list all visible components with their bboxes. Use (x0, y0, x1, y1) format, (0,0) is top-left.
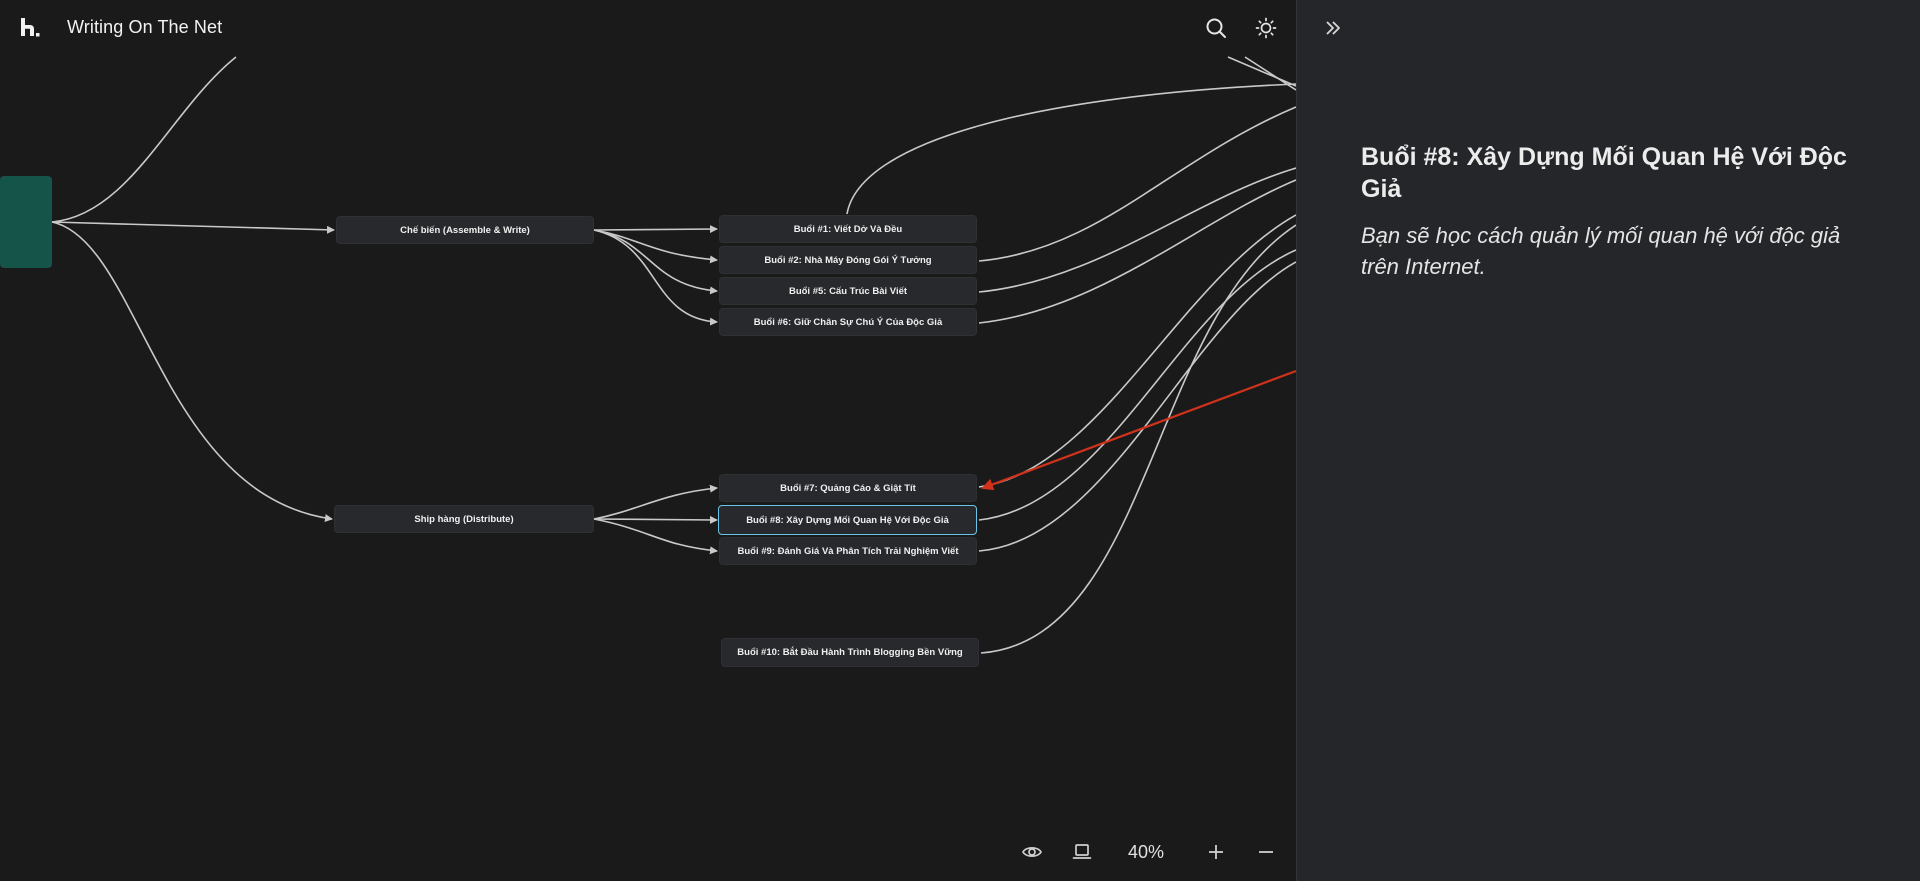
app-title: Writing On The Net (67, 17, 223, 37)
edge-root-distribute (51, 221, 333, 522)
edge-b2-out (978, 106, 1296, 262)
lesson-b1[interactable]: Buổi #1: Viết Dở Và Đều (719, 215, 977, 243)
double-chevron-right-icon (1326, 21, 1340, 35)
edge-assemble-b1 (593, 225, 718, 234)
highlight-arrow (981, 369, 1296, 491)
hackmd-logo-icon[interactable] (18, 15, 42, 39)
mindmap-canvas[interactable]: Writing On The Net Chế biến (Assemble & … (0, 0, 1296, 881)
edge-top-out-1 (1227, 56, 1296, 87)
top-bar: Writing On The Net (0, 0, 1296, 56)
branch-distribute[interactable]: Ship hàng (Distribute) (334, 505, 594, 533)
edge-assemble-b6 (593, 229, 718, 326)
mindmap-edges (51, 56, 1296, 654)
lesson-b8-selected[interactable]: Buổi #8: Xây Dựng Mối Quan Hệ Với Độc Gi… (718, 505, 977, 535)
search-button[interactable] (1200, 12, 1232, 44)
edge-b5-out (978, 167, 1296, 293)
root-node[interactable] (0, 176, 52, 268)
zoom-out-icon (1259, 851, 1273, 853)
edge-distribute-b8 (593, 515, 718, 524)
zoom-in-button[interactable] (1200, 836, 1232, 868)
presentation-icon (1072, 844, 1092, 859)
theme-toggle-button[interactable] (1250, 12, 1282, 44)
lesson-b10[interactable]: Buổi #10: Bắt Đầu Hành Trình Blogging Bề… (721, 638, 979, 667)
lesson-b7[interactable]: Buổi #7: Quảng Cáo & Giật Tít (719, 474, 977, 502)
edge-distribute-b7 (593, 484, 718, 520)
edge-root-assemble (51, 221, 335, 234)
lesson-b9[interactable]: Buổi #9: Đánh Giá Và Phân Tích Trải Nghi… (719, 537, 977, 565)
edge-b7-out (978, 214, 1296, 488)
sun-icon (1255, 17, 1277, 39)
panel-description: Bạn sẽ học cách quản lý mối quan hệ với … (1361, 223, 1841, 279)
preview-button[interactable] (1016, 836, 1048, 868)
detail-panel: Buổi #8: Xây Dựng Mối Quan Hệ Với Độc Gi… (1296, 0, 1920, 881)
lesson-b2[interactable]: Buổi #2: Nhà Máy Đóng Gói Ý Tưởng (719, 246, 977, 274)
lesson-b5[interactable]: Buổi #5: Cấu Trúc Bài Viết (719, 277, 977, 305)
zoom-level: 40% (1128, 842, 1165, 862)
edge-b8-out (978, 249, 1296, 521)
edge-root-offscreen (51, 56, 237, 223)
panel-title: Buổi #8: Xây Dựng Mối Quan Hệ Với Độc Gi… (1361, 143, 1847, 203)
eye-icon (1022, 847, 1042, 857)
edge-distribute-b9 (593, 518, 718, 555)
lesson-b6[interactable]: Buổi #6: Giữ Chân Sự Chú Ý Của Độc Giả (719, 308, 977, 336)
branch-assemble[interactable]: Chế biến (Assemble & Write) (336, 216, 594, 244)
edge-b10-out (980, 224, 1296, 654)
zoom-out-button[interactable] (1250, 836, 1282, 868)
edge-b9-out (978, 261, 1296, 552)
collapse-panel-button[interactable] (1317, 12, 1349, 44)
search-icon (1206, 18, 1226, 38)
zoom-in-icon (1209, 845, 1223, 859)
present-button[interactable] (1066, 836, 1098, 868)
